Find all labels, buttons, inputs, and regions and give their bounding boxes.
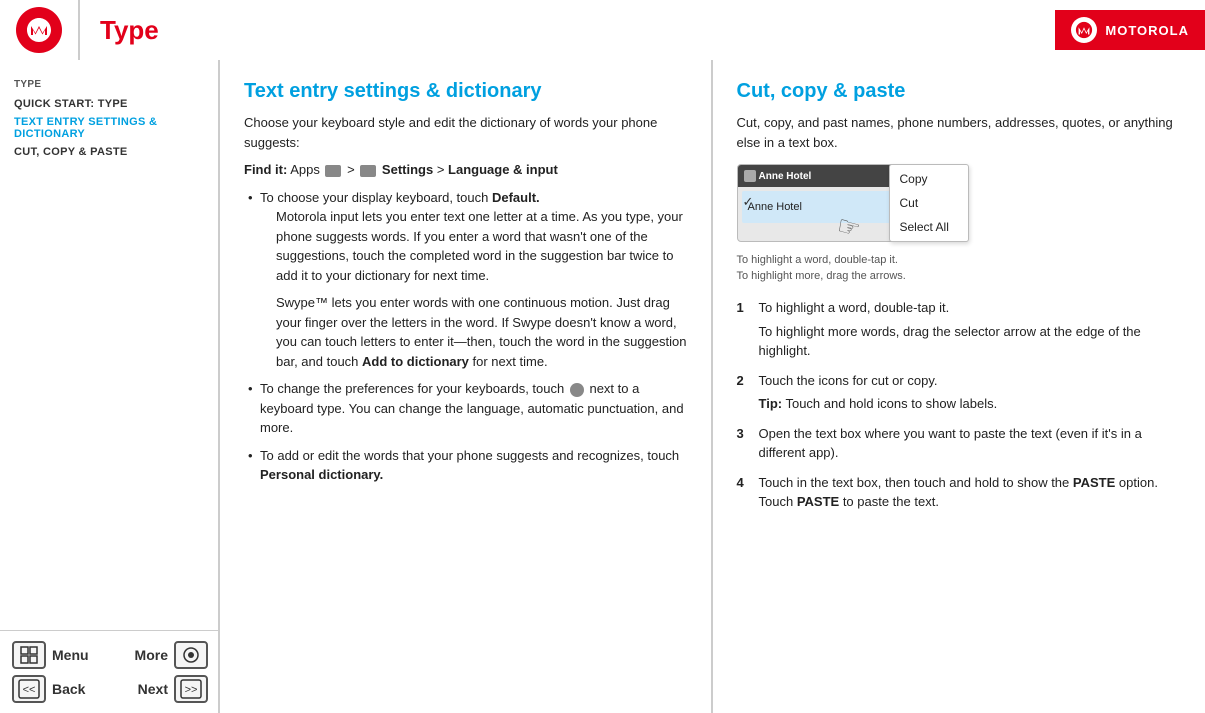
logo-area xyxy=(0,0,80,60)
sub-para-1: Motorola input lets you enter text one l… xyxy=(276,207,687,285)
popup-caption: To highlight a word, double-tap it. To h… xyxy=(737,253,906,284)
sidebar-item-quick-start[interactable]: QUICK START: TYPE xyxy=(0,95,218,113)
left-panel: Text entry settings & dictionary Choose … xyxy=(220,60,713,713)
find-it-text: Apps > Settings > Language & input xyxy=(287,162,558,177)
step-2: 2 Touch the icons for cut or copy. Tip: … xyxy=(737,371,1182,414)
right-section-title: Cut, copy & paste xyxy=(737,80,1182,103)
steps-list: 1 To highlight a word, double-tap it. To… xyxy=(737,298,1182,512)
menu-button[interactable]: Menu xyxy=(12,641,107,669)
sub-para-2: Swype™ lets you enter words with one con… xyxy=(276,293,687,371)
main-layout: TYPE QUICK START: TYPE TEXT ENTRY SETTIN… xyxy=(0,60,1205,713)
brand-label: MOTOROLA xyxy=(1105,23,1189,38)
sidebar-item-type[interactable]: TYPE xyxy=(0,76,218,93)
header-brand: MOTOROLA xyxy=(1055,10,1205,50)
select-all-option: Select All xyxy=(890,215,968,239)
more-button[interactable]: More xyxy=(113,641,208,669)
menu-label: Menu xyxy=(52,647,89,663)
svg-text:<<: << xyxy=(23,684,36,696)
back-icon: << xyxy=(12,675,46,703)
bullet-3: To add or edit the words that your phone… xyxy=(244,446,687,485)
sidebar-item-text-entry[interactable]: TEXT ENTRY SETTINGS & DICTIONARY xyxy=(0,113,218,143)
header: Type MOTOROLA xyxy=(0,0,1205,60)
popup-menu: Copy Cut Select All xyxy=(889,164,969,242)
page-title: Type xyxy=(100,15,159,46)
step-1: 1 To highlight a word, double-tap it. To… xyxy=(737,298,1182,361)
motorola-logo xyxy=(16,7,62,53)
step-4: 4 Touch in the text box, then touch and … xyxy=(737,473,1182,512)
back-button[interactable]: << Back xyxy=(12,675,107,703)
bullet-1: To choose your display keyboard, touch D… xyxy=(244,188,687,372)
menu-icon xyxy=(12,641,46,669)
next-icon: >> xyxy=(174,675,208,703)
copy-option: Copy xyxy=(890,167,968,191)
back-label: Back xyxy=(52,681,85,697)
bullet-2: To change the preferences for your keybo… xyxy=(244,379,687,438)
find-it-prefix: Find it: xyxy=(244,162,287,177)
motorola-small-logo xyxy=(1071,17,1097,43)
right-intro: Cut, copy, and past names, phone numbers… xyxy=(737,113,1182,152)
cut-option: Cut xyxy=(890,191,968,215)
left-section-title: Text entry settings & dictionary xyxy=(244,80,687,103)
popup-demo: Anne Hotel Send Anne Hotel ✓ xyxy=(737,164,1017,284)
bottom-nav: Menu More << Back xyxy=(0,630,220,713)
find-it: Find it: Apps > Settings > Language & in… xyxy=(244,160,687,180)
more-icon xyxy=(174,641,208,669)
step-3: 3 Open the text box where you want to pa… xyxy=(737,424,1182,463)
sidebar: TYPE QUICK START: TYPE TEXT ENTRY SETTIN… xyxy=(0,60,220,713)
sidebar-item-cut-copy[interactable]: CUT, COPY & PASTE xyxy=(0,143,218,161)
svg-text:>>: >> xyxy=(185,684,198,696)
right-panel: Cut, copy & paste Cut, copy, and past na… xyxy=(713,60,1205,713)
context-menu: Copy Cut Select All xyxy=(889,164,969,242)
next-button[interactable]: Next >> xyxy=(113,675,208,703)
bullet-list: To choose your display keyboard, touch D… xyxy=(244,188,687,485)
left-intro: Choose your keyboard style and edit the … xyxy=(244,113,687,152)
more-label: More xyxy=(135,647,168,663)
next-label: Next xyxy=(138,681,168,697)
content-area: Text entry settings & dictionary Choose … xyxy=(220,60,1205,713)
check-mark: ✓ xyxy=(743,192,754,212)
